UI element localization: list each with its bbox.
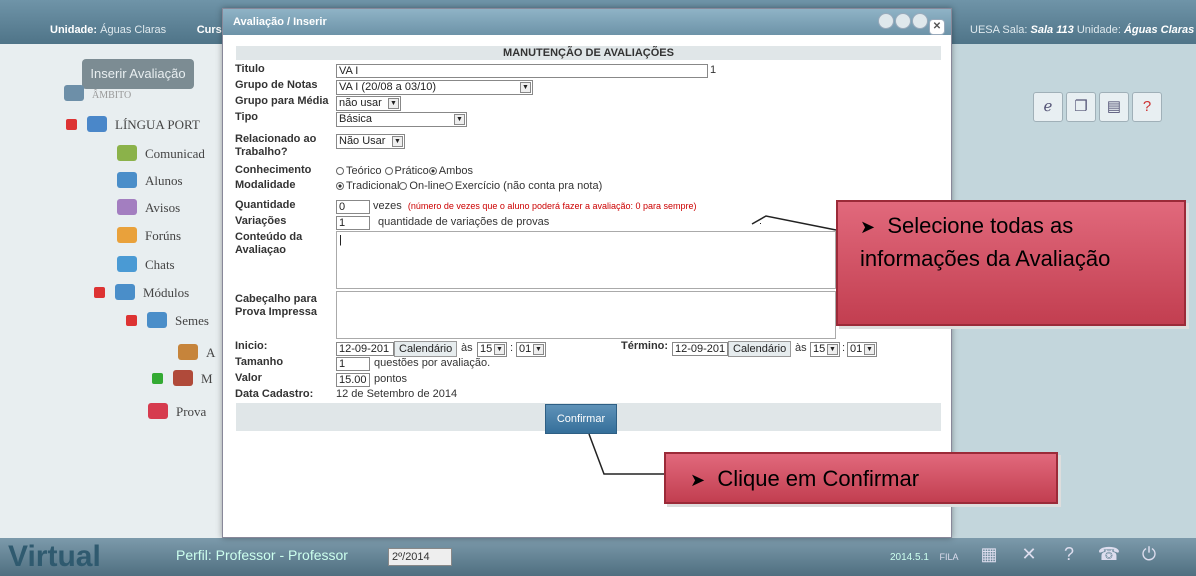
callout-selecione: ➤ Selecione todas as informações da Aval…: [836, 200, 1186, 326]
callout-confirmar: ➤ Clique em Confirmar: [664, 452, 1058, 504]
